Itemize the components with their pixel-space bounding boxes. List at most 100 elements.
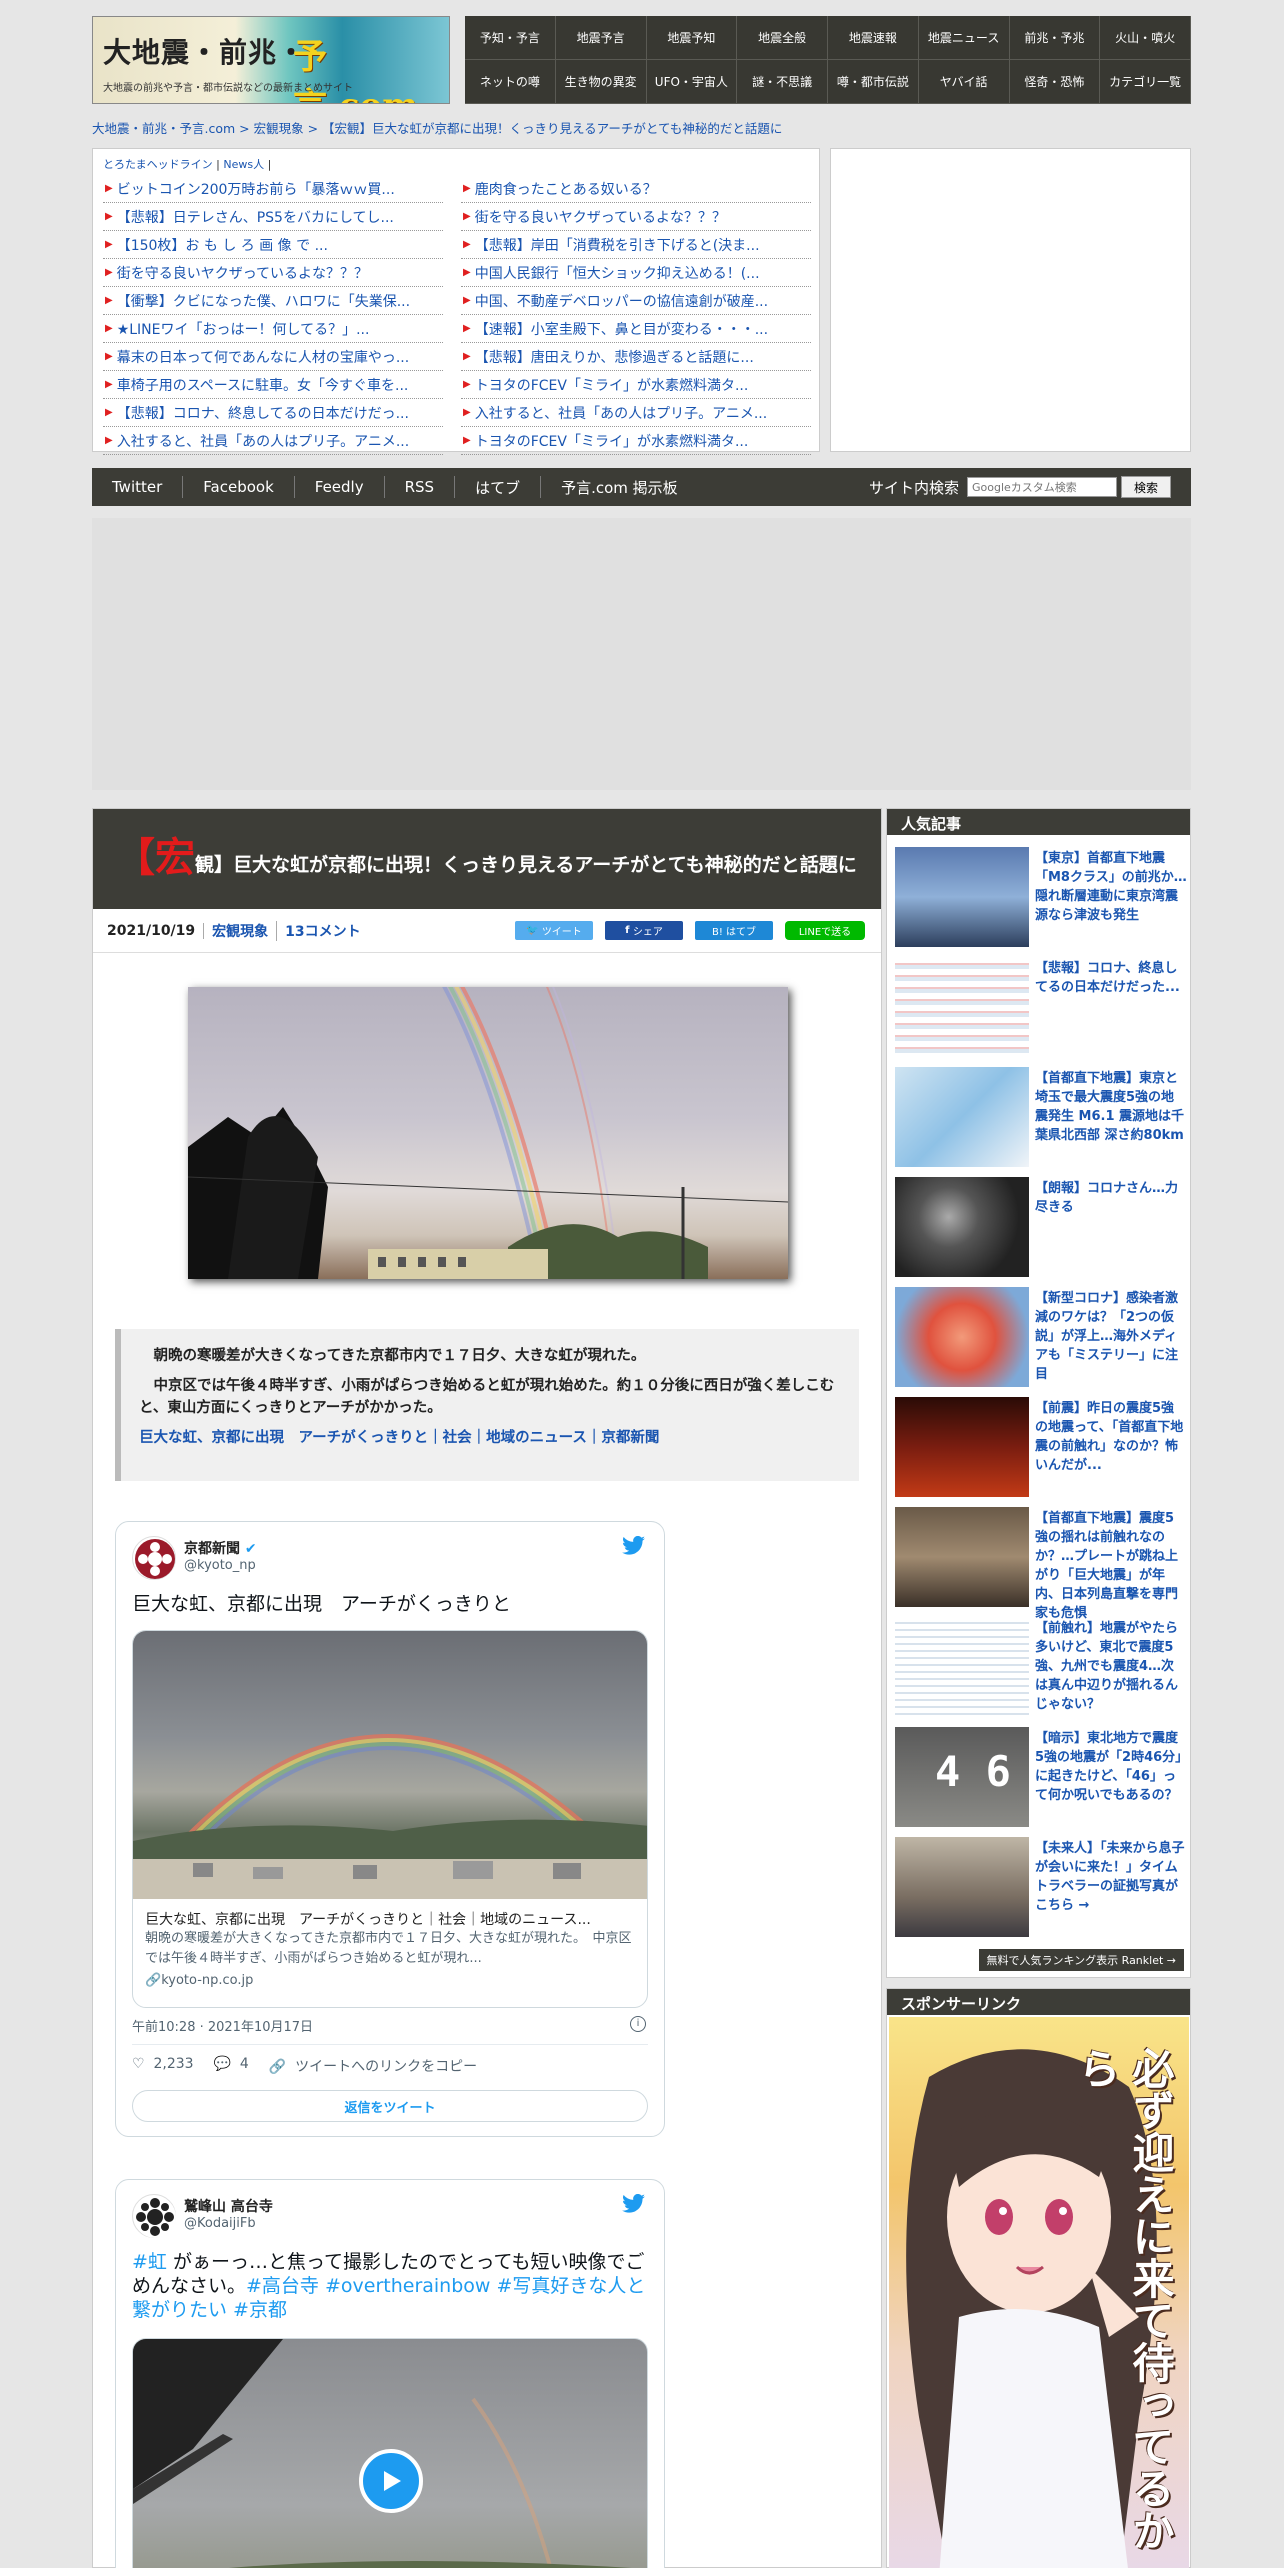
tweet-link-card[interactable]: 巨大な虹、京都に出現 アーチがくっきりと｜社会｜地域のニュース... 朝晩の寒暖… [132,1630,648,2008]
headline-link[interactable]: ▶ 【速報】小室圭殿下、鼻と目が変わる・・・... [461,315,811,343]
headline-link[interactable]: ▶ 【悲報】コロナ、終息してるの日本だけだっ... [103,399,443,427]
nav-item[interactable]: 生き物の異変 [555,60,647,104]
hatebu-share-button[interactable]: B! はてブ [695,921,773,940]
popular-title[interactable]: 【東京】首都直下地震「M8クラス」の前兆か…隠れ断層連動に東京湾震源なら津波も発… [1035,849,1187,925]
headline-link[interactable]: ▶ 入社すると、社員「あの人はプリ子。アニメ... [103,427,443,455]
bbs-link[interactable]: 予言.com 掲示板 [541,476,698,498]
popular-item[interactable]: 【前震】昨日の震度5強の地震って、「首都直下地震の前触れ」なのか？怖いんだが..… [895,1395,1185,1499]
headline-text[interactable]: ビットコイン200万時お前ら「暴落ｗｗ買... [117,179,395,199]
sponsor-ad-image[interactable]: 必ず迎えに来て待ってるから [889,2017,1189,2568]
headline-link[interactable]: ▶ ★LINEワイ「おっはー！何してる？」... [103,315,443,343]
headline-text[interactable]: 鹿肉食ったことある奴いる？ [475,179,657,199]
reply-button[interactable]: 💬 4 [214,2056,249,2076]
popular-item[interactable]: 4 6 【暗示】東北地方で震度5強の地震が「2時46分」に起きたけど、「46」って… [895,1725,1185,1829]
popular-title[interactable]: 【前震】昨日の震度5強の地震って、「首都直下地震の前触れ」なのか？怖いんだが..… [1035,1399,1187,1475]
tweet-video[interactable] [132,2338,648,2568]
nav-item[interactable]: カテゴリ一覧 [1100,60,1191,104]
rss-link[interactable]: RSS [385,476,456,498]
like-button[interactable]: ♡ 2,233 [132,2056,194,2076]
hashtag-link[interactable]: #虹 [132,2251,167,2273]
site-logo[interactable]: 大地震・前兆・ 予言.com 大地震の前兆や予言・都市伝説などの最新まとめサイト [92,16,450,104]
headline-link[interactable]: ▶ 【悲報】岸田「消費税を引き下げると(決ま... [461,231,811,259]
headline-text[interactable]: 入社すると、社員「あの人はプリ子。アニメ... [117,431,410,451]
headline-link[interactable]: ▶ 【悲報】唐田えりか、悲惨過ぎると話題に... [461,343,811,371]
newsjin-link[interactable]: News人 [223,158,264,171]
popular-title[interactable]: 【悲報】コロナ、終息してるの日本だけだった... [1035,959,1187,997]
nav-item[interactable]: 火山・噴火 [1100,16,1191,60]
twitter-link[interactable]: Twitter [92,476,184,498]
avatar[interactable] [132,2194,176,2238]
line-share-button[interactable]: LINEで送る [785,921,865,940]
nav-item[interactable]: 地震全般 [737,16,828,60]
headline-text[interactable]: 幕末の日本って何であんなに人材の宝庫やっ... [117,347,410,367]
nav-item[interactable]: UFO・宇宙人 [646,60,738,104]
popular-item[interactable]: 【前触れ】地震がやたら多いけど、東北で震度5強、九州でも震度4…次は真ん中辺りが… [895,1615,1185,1719]
quote-source-link[interactable]: 巨大な虹、京都に出現 アーチがくっきりと｜社会｜地域のニュース｜京都新聞 [139,1430,659,1446]
reply-tweet-button[interactable]: 返信をツイート [132,2090,648,2122]
headline-text[interactable]: 【悲報】唐田えりか、悲惨過ぎると話題に... [475,347,754,367]
ranklet-button[interactable]: 無料で人気ランキング表示 Ranklet → [978,1949,1184,1971]
play-icon[interactable] [359,2449,423,2513]
popular-item[interactable]: 【朗報】コロナさん…力尽きる [895,1175,1185,1279]
popular-thumbnail[interactable] [895,1287,1029,1387]
headline-text[interactable]: 中国、不動産デベロッパーの協信遠創が破産... [475,291,768,311]
info-icon[interactable]: i [630,2016,646,2032]
headline-text[interactable]: 【衝撃】クビになった僕、ハロワに「失業保... [117,291,410,311]
headline-link[interactable]: ▶ 鹿肉食ったことある奴いる？ [461,175,811,203]
popular-title[interactable]: 【首都直下地震】東京と埼玉で最大震度5強の地震発生 M6.1 震源地は千葉県北西… [1035,1069,1187,1145]
tweet-author-handle[interactable]: @KodaijiFb [184,2216,256,2231]
popular-item[interactable]: 【未来人】「未来から息子が会いに来た！」タイムトラベラーの証拠写真がこちら → [895,1835,1185,1939]
headline-link[interactable]: ▶ 入社すると、社員「あの人はプリ子。アニメ... [461,399,811,427]
popular-thumbnail[interactable] [895,1397,1029,1497]
headline-link[interactable]: ▶ トヨタのFCEV「ミライ」が水素燃料満タ... [461,371,811,399]
headline-link[interactable]: ▶ 街を守る良いヤクザっているよな？？？ [461,203,811,231]
headline-link[interactable]: ▶ 街を守る良いヤクザっているよな？？？ [103,259,443,287]
popular-item[interactable]: 【悲報】コロナ、終息してるの日本だけだった... [895,955,1185,1059]
twitter-bird-icon[interactable] [622,2194,646,2214]
popular-title[interactable]: 【前触れ】地震がやたら多いけど、東北で震度5強、九州でも震度4…次は真ん中辺りが… [1035,1619,1187,1714]
popular-thumbnail[interactable] [895,1507,1029,1607]
popular-title[interactable]: 【朗報】コロナさん…力尽きる [1035,1179,1187,1217]
nav-item[interactable]: 謎・不思議 [737,60,828,104]
avatar[interactable] [132,1536,176,1580]
tweet-author-handle[interactable]: @kyoto_np [184,1558,256,1573]
popular-title[interactable]: 【新型コロナ】感染者激減のワケは？「2つの仮説」が浮上…海外メディアも「ミステリ… [1035,1289,1187,1384]
headline-link[interactable]: ▶ 【悲報】日テレさん、PS5をバカにしてし... [103,203,443,231]
headline-text[interactable]: トヨタのFCEV「ミライ」が水素燃料満タ... [475,431,749,451]
headline-link[interactable]: ▶ トヨタのFCEV「ミライ」が水素燃料満タ... [461,427,811,455]
nav-item[interactable]: 噂・都市伝説 [828,60,919,104]
popular-thumbnail[interactable] [895,1067,1029,1167]
comment-count[interactable]: 13コメント [277,921,368,941]
headline-text[interactable]: 【悲報】岸田「消費税を引き下げると(決ま... [475,235,760,255]
headline-text[interactable]: 【悲報】日テレさん、PS5をバカにしてし... [117,207,394,227]
feedly-link[interactable]: Feedly [295,476,385,498]
popular-item[interactable]: 【首都直下地震】東京と埼玉で最大震度5強の地震発生 M6.1 震源地は千葉県北西… [895,1065,1185,1169]
tweet-author-name[interactable]: 鷲峰山 高台寺 [184,2196,273,2216]
search-input[interactable] [967,477,1117,497]
headline-link[interactable]: ▶ 【衝撃】クビになった僕、ハロワに「失業保... [103,287,443,315]
nav-item[interactable]: 地震ニュース [918,16,1010,60]
nav-item[interactable]: 怪奇・恐怖 [1009,60,1101,104]
nav-item[interactable]: ネットの噂 [465,60,556,104]
headline-link[interactable]: ▶ 【150枚】お も し ろ 画 像 で ... [103,231,443,259]
facebook-share-button[interactable]: f シェア [605,921,683,940]
tweet-author-name[interactable]: 京都新聞 ✔ [184,1538,257,1558]
nav-item[interactable]: 地震予知 [646,16,738,60]
headline-text[interactable]: 入社すると、社員「あの人はプリ子。アニメ... [475,403,768,423]
headline-text[interactable]: 【速報】小室圭殿下、鼻と目が変わる・・・... [475,319,768,339]
nav-item[interactable]: 地震予言 [555,16,647,60]
popular-thumbnail[interactable] [895,1837,1029,1937]
headline-link[interactable]: ▶ 車椅子用のスペースに駐車。女「今すぐ車を... [103,371,443,399]
popular-title[interactable]: 【未来人】「未来から息子が会いに来た！」タイムトラベラーの証拠写真がこちら → [1035,1839,1187,1915]
popular-title[interactable]: 【首都直下地震】震度5強の揺れは前触れなのか？…プレートが跳ね上がり「巨大地震」… [1035,1509,1187,1623]
headline-text[interactable]: ★LINEワイ「おっはー！何してる？」... [117,319,370,339]
copy-link-button[interactable]: 🔗 ツイートへのリンクをコピー [269,2056,477,2076]
headline-text[interactable]: 車椅子用のスペースに駐車。女「今すぐ車を... [117,375,409,395]
popular-item[interactable]: 【新型コロナ】感染者激減のワケは？「2つの仮説」が浮上…海外メディアも「ミステリ… [895,1285,1185,1389]
headline-text[interactable]: 中国人民銀行「恒大ショック抑え込める！(... [475,263,760,283]
toromatama-link[interactable]: とろたまヘッドライン [103,158,213,171]
search-button[interactable]: 検索 [1121,476,1171,498]
popular-title[interactable]: 【暗示】東北地方で震度5強の地震が「2時46分」に起きたけど、「46」って何か呪… [1035,1729,1187,1805]
headline-text[interactable]: 【150枚】お も し ろ 画 像 で ... [117,235,328,255]
nav-item[interactable]: 予知・予言 [465,16,556,60]
